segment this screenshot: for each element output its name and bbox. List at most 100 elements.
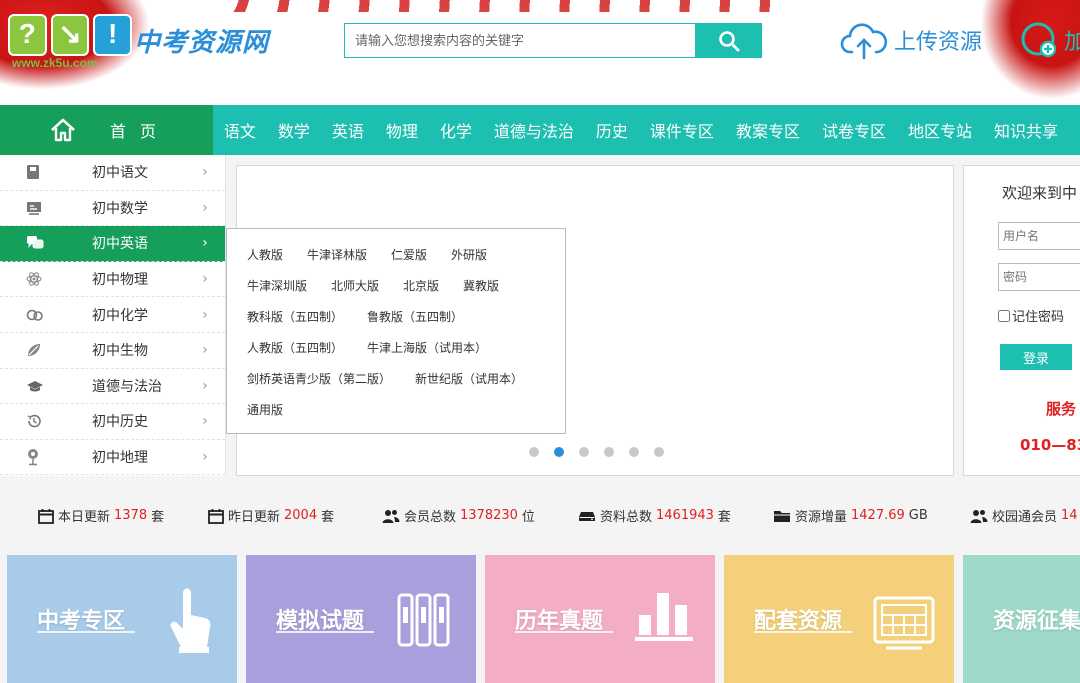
- stat-unit: 套: [717, 510, 731, 525]
- calendar-icon: [208, 508, 224, 524]
- sidebar-item-shengwu[interactable]: 初中生物 ›: [0, 333, 225, 369]
- chevron-right-icon: ›: [202, 271, 208, 288]
- service-phone: 010—83: [1020, 436, 1080, 454]
- edition-dropdown: 人教版 牛津译林版 仁爱版 外研版 牛津深圳版 北师大版 北京版 冀教版 教科版…: [226, 228, 566, 434]
- upload-label: 上传资源: [894, 30, 983, 55]
- tile-underline: [37, 631, 135, 633]
- stat-value: 2004: [284, 508, 318, 523]
- sidebar-item-wuli[interactable]: 初中物理 ›: [0, 262, 225, 298]
- stat-value: 1378: [114, 508, 148, 523]
- sidebar-item-yuwen[interactable]: 初中语文 ›: [0, 155, 225, 191]
- nav-item-lishi[interactable]: 历史: [596, 118, 628, 142]
- chevron-right-icon: ›: [202, 199, 208, 216]
- chevron-right-icon: ›: [202, 449, 208, 466]
- dropdown-row: 通用版: [247, 394, 565, 425]
- sidebar-item-huaxue[interactable]: 初中化学 ›: [0, 297, 225, 333]
- nav-item-yingyu[interactable]: 英语: [332, 118, 364, 142]
- users-icon: [382, 509, 400, 523]
- service-hotline-label: 服务: [1046, 400, 1077, 418]
- edition-link[interactable]: 牛津上海版（试用本）: [367, 339, 487, 356]
- tile-underline: [276, 631, 374, 633]
- carousel-dot[interactable]: [654, 447, 664, 457]
- nav-item-daode[interactable]: 道德与法治: [494, 118, 574, 142]
- nav-item-zhishi[interactable]: 知识共享: [994, 118, 1058, 142]
- carousel-dot[interactable]: [529, 447, 539, 457]
- dropdown-row: 剑桥英语青少版（第二版） 新世纪版（试用本）: [247, 363, 565, 394]
- folder-icon: [774, 510, 790, 522]
- search-input[interactable]: [344, 23, 695, 58]
- username-field[interactable]: [998, 222, 1080, 250]
- edition-link[interactable]: 教科版（五四制）: [247, 308, 343, 325]
- carousel-dot[interactable]: [604, 447, 614, 457]
- stat-label: 校园通会员: [992, 510, 1058, 525]
- edition-link[interactable]: 新世纪版（试用本）: [415, 370, 523, 387]
- stats-bar: 本日更新 1378 套 昨日更新 2004 套 会员总数 1378230 位 资…: [0, 492, 1080, 538]
- stat-yesterday: 昨日更新 2004 套: [208, 506, 334, 525]
- edition-link[interactable]: 牛津深圳版: [247, 277, 307, 294]
- nav-home[interactable]: 首页: [0, 105, 213, 155]
- dropdown-row: 牛津深圳版 北师大版 北京版 冀教版: [247, 270, 565, 301]
- tile-zhongkao[interactable]: 中考专区: [7, 555, 237, 683]
- stat-value: 1461943: [656, 508, 714, 523]
- login-button[interactable]: 登录: [1000, 344, 1072, 370]
- carousel-dot-active[interactable]: [554, 447, 564, 457]
- book-icon: [26, 164, 66, 180]
- sidebar-item-label: 初中语文: [92, 165, 148, 182]
- nav-item-wuli[interactable]: 物理: [386, 118, 418, 142]
- edition-link[interactable]: 仁爱版: [391, 246, 427, 263]
- feature-tiles: 中考专区 模拟试题 历年真题 配套资源 资源征集: [0, 555, 1080, 683]
- edition-link[interactable]: 人教版（五四制）: [247, 339, 343, 356]
- sidebar-item-label: 初中数学: [92, 200, 148, 217]
- main-nav: 首页 语文 数学 英语 物理 化学 道德与法治 历史 课件专区 教案专区 试卷专…: [0, 105, 1080, 155]
- sidebar-item-label: 初中地理: [92, 450, 148, 467]
- nav-item-yuwen[interactable]: 语文: [224, 118, 256, 142]
- nav-item-jiaoan[interactable]: 教案专区: [736, 118, 800, 142]
- sidebar-item-label: 初中物理: [92, 272, 148, 289]
- leaf-icon: [26, 342, 66, 358]
- nav-item-huaxue[interactable]: 化学: [440, 118, 472, 142]
- nav-item-kejian[interactable]: 课件专区: [650, 118, 714, 142]
- nav-item-shuxue[interactable]: 数学: [278, 118, 310, 142]
- tile-moni[interactable]: 模拟试题: [246, 555, 476, 683]
- sidebar-item-shuxue[interactable]: 初中数学 ›: [0, 191, 225, 227]
- edition-link[interactable]: 人教版: [247, 246, 283, 263]
- stat-label: 资料总数: [600, 510, 653, 525]
- carousel-dot[interactable]: [579, 447, 589, 457]
- logo-url: www.zk5u.com: [12, 56, 98, 70]
- join-link[interactable]: 加: [1018, 20, 1080, 60]
- binders-icon: [397, 593, 450, 647]
- edition-link[interactable]: 北师大版: [331, 277, 379, 294]
- edition-link[interactable]: 鲁教版（五四制）: [367, 308, 463, 325]
- chevron-right-icon: ›: [202, 235, 208, 252]
- remember-password[interactable]: 记住密码: [998, 306, 1064, 325]
- tile-zhengji[interactable]: 资源征集: [963, 555, 1080, 683]
- remember-checkbox[interactable]: [998, 309, 1010, 322]
- sidebar-item-label: 初中生物: [92, 343, 148, 360]
- dropdown-row: 人教版 牛津译林版 仁爱版 外研版: [247, 239, 565, 270]
- sidebar-item-daode[interactable]: 道德与法治 ›: [0, 369, 225, 405]
- edition-link[interactable]: 牛津译林版: [307, 246, 367, 263]
- sidebar-item-lishi[interactable]: 初中历史 ›: [0, 404, 225, 440]
- nav-item-shijuan[interactable]: 试卷专区: [822, 118, 886, 142]
- sidebar-item-dili[interactable]: 初中地理 ›: [0, 440, 225, 476]
- password-field[interactable]: [998, 263, 1080, 291]
- tile-peitao[interactable]: 配套资源: [724, 555, 954, 683]
- edition-link[interactable]: 北京版: [403, 277, 439, 294]
- site-logo[interactable]: ? ↘ ! www.zk5u.com 中考资源网: [4, 10, 274, 70]
- chevron-right-icon: ›: [202, 342, 208, 359]
- chevron-right-icon: ›: [202, 377, 208, 394]
- search-bar: [344, 23, 762, 58]
- edition-link[interactable]: 外研版: [451, 246, 487, 263]
- upload-resource-link[interactable]: 上传资源: [840, 20, 982, 60]
- carousel-dot[interactable]: [629, 447, 639, 457]
- logo-mark-2: ↘: [50, 14, 90, 56]
- edition-link[interactable]: 冀教版: [463, 277, 499, 294]
- stat-unit: 位: [521, 510, 535, 525]
- sidebar-item-yingyu[interactable]: 初中英语 ›: [0, 226, 225, 262]
- tile-zhenti[interactable]: 历年真题: [485, 555, 715, 683]
- search-button[interactable]: [695, 23, 762, 58]
- nav-item-diqu[interactable]: 地区专站: [908, 118, 972, 142]
- edition-link[interactable]: 剑桥英语青少版（第二版）: [247, 370, 391, 387]
- edition-link[interactable]: 通用版: [247, 401, 283, 418]
- flask-icon: [26, 308, 66, 322]
